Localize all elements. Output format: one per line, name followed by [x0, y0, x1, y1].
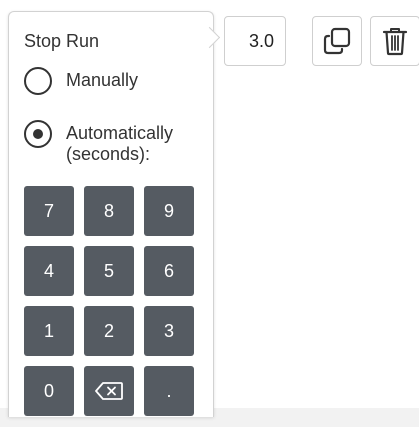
manual-label: Manually: [66, 70, 139, 90]
trash-icon: [382, 28, 408, 56]
key-4[interactable]: 4: [24, 246, 74, 296]
automatic-radio[interactable]: [24, 120, 52, 148]
key-decimal[interactable]: .: [144, 366, 194, 416]
delete-button[interactable]: [370, 16, 419, 66]
key-7[interactable]: 7: [24, 186, 74, 236]
key-0[interactable]: 0: [24, 366, 74, 416]
automatic-label: Automatically (seconds):: [66, 123, 173, 165]
radio-selected-dot: [33, 129, 43, 139]
backspace-icon: [95, 382, 123, 400]
key-3[interactable]: 3: [144, 306, 194, 356]
key-8[interactable]: 8: [84, 186, 134, 236]
manual-radio[interactable]: [24, 67, 52, 95]
key-9[interactable]: 9: [144, 186, 194, 236]
key-6[interactable]: 6: [144, 246, 194, 296]
automatic-label-line2: (seconds):: [66, 144, 151, 164]
key-5[interactable]: 5: [84, 246, 134, 296]
key-1[interactable]: 1: [24, 306, 74, 356]
stop-run-value-field[interactable]: 3.0: [224, 16, 286, 66]
duplicate-icon: [323, 27, 351, 55]
duplicate-button[interactable]: [312, 16, 362, 66]
automatic-label-line1: Automatically: [66, 123, 174, 143]
backspace-key[interactable]: [84, 366, 134, 416]
popover-title: Stop Run: [24, 31, 100, 51]
key-2[interactable]: 2: [84, 306, 134, 356]
